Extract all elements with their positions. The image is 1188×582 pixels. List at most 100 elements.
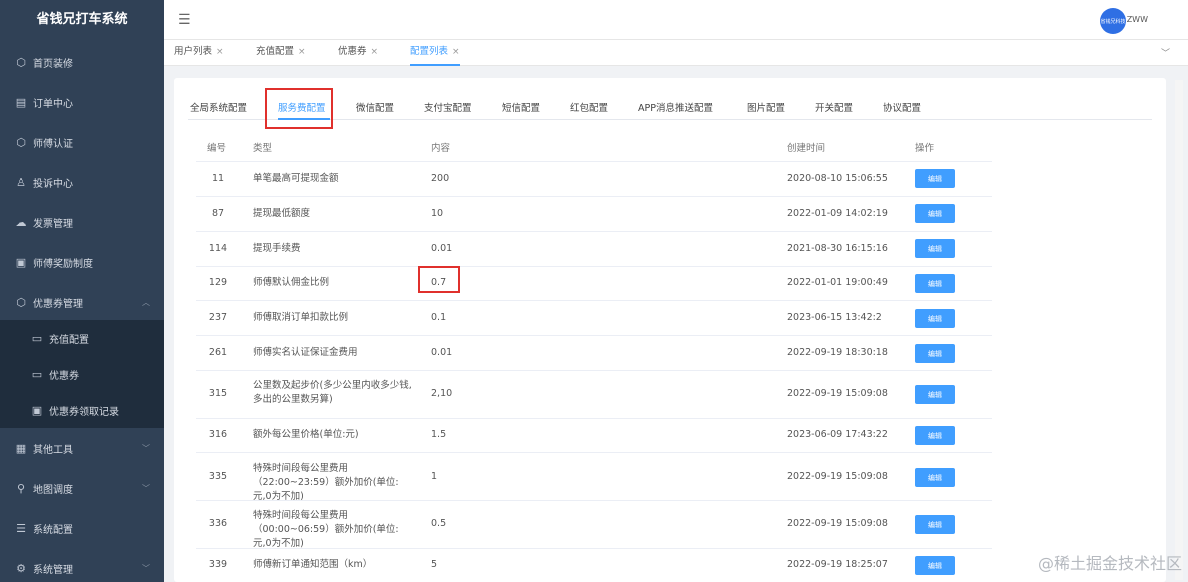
sidebar-item-recharge-config[interactable]: ▭ 充值配置	[0, 320, 164, 356]
row-divider	[196, 452, 992, 453]
row-divider	[196, 266, 992, 267]
chevron-down-icon: ﹀	[142, 563, 150, 573]
edit-button[interactable]: 编辑	[915, 468, 955, 487]
scrollbar[interactable]	[1175, 80, 1183, 580]
tab-user-list[interactable]: 用户列表 ×	[174, 40, 224, 66]
edit-button[interactable]: 编辑	[915, 556, 955, 575]
tab-coupons[interactable]: 优惠券 ×	[338, 40, 378, 66]
sidebar-item-label: 师傅奖励制度	[33, 258, 93, 270]
config-tab-alipay[interactable]: 支付宝配置	[424, 100, 472, 114]
cell-id: 87	[211, 208, 225, 219]
column-header-actions: 操作	[915, 143, 935, 154]
gear-icon: ⚙	[16, 561, 26, 575]
username[interactable]: ZWW	[1127, 15, 1148, 24]
avatar[interactable]: 省钱兄科技	[1100, 8, 1126, 34]
cell-type: 公里数及起步价(多少公里内收多少钱,多出的公里数另算)	[253, 380, 412, 405]
close-icon[interactable]: ×	[371, 47, 379, 57]
sidebar-item-complaints[interactable]: ♙ 投诉中心	[0, 162, 164, 202]
cell-type: 单笔最高可提现金额	[253, 173, 339, 184]
edit-button[interactable]: 编辑	[915, 239, 955, 258]
cell-type: 师傅实名认证保证金费用	[253, 347, 358, 358]
edit-button[interactable]: 编辑	[915, 274, 955, 293]
cell-value: 1.5	[431, 429, 447, 440]
column-header-id: 编号	[207, 143, 227, 154]
sidebar-item-label: 投诉中心	[33, 178, 73, 190]
close-icon[interactable]: ×	[298, 47, 306, 57]
sidebar-item-label: 首页装修	[33, 58, 73, 70]
sidebar-item-map-dispatch[interactable]: ⚲ 地图调度 ﹀	[0, 468, 164, 508]
close-icon[interactable]: ×	[452, 47, 460, 57]
sidebar-item-coupon[interactable]: ▭ 优惠券	[0, 356, 164, 392]
sidebar-item-label: 系统管理	[33, 564, 73, 576]
sidebar-item-other-tools[interactable]: ▦ 其他工具 ﹀	[0, 428, 164, 468]
row-divider	[196, 370, 992, 371]
sidebar-item-label: 系统配置	[33, 524, 73, 536]
config-tab-agreements[interactable]: 协议配置	[883, 100, 921, 114]
chevron-down-icon: ﹀	[142, 483, 150, 493]
tab-config-list[interactable]: 配置列表 ×	[410, 40, 460, 66]
cell-time: 2023-06-15 13:42:2	[787, 312, 882, 323]
column-header-created: 创建时间	[787, 143, 826, 154]
cell-time: 2023-06-09 17:43:22	[787, 429, 888, 440]
cell-type: 师傅新订单通知范围（km）	[253, 559, 373, 570]
chevron-down-icon: ﹀	[142, 443, 150, 453]
sidebar-item-label: 充值配置	[49, 334, 89, 346]
highlight-box-tab	[265, 88, 333, 129]
cell-id: 315	[208, 388, 228, 399]
watermark: @稀土掘金技术社区	[1037, 554, 1182, 573]
cell-id: 261	[208, 347, 228, 358]
cell-id: 237	[208, 312, 228, 323]
config-tab-images[interactable]: 图片配置	[747, 100, 785, 114]
config-tab-red-packet[interactable]: 红包配置	[570, 100, 608, 114]
config-tab-wechat[interactable]: 微信配置	[356, 100, 394, 114]
cell-time: 2022-09-19 15:09:08	[787, 388, 888, 399]
sidebar-item-system-management[interactable]: ⚙ 系统管理 ﹀	[0, 548, 164, 582]
sidebar-item-coupon-records[interactable]: ▣ 优惠券领取记录	[0, 392, 164, 428]
config-tab-app-push[interactable]: APP消息推送配置	[638, 100, 713, 114]
config-tab-sms[interactable]: 短信配置	[502, 100, 540, 114]
cell-id: 336	[208, 518, 228, 529]
row-divider	[196, 231, 992, 232]
config-tab-switches[interactable]: 开关配置	[815, 100, 853, 114]
row-divider	[196, 196, 992, 197]
cell-time: 2022-09-19 15:09:08	[787, 471, 888, 482]
sidebar-item-orders[interactable]: ▤ 订单中心	[0, 82, 164, 122]
sidebar-item-label: 地图调度	[33, 484, 73, 496]
row-divider	[196, 335, 992, 336]
cell-value: 0.01	[431, 243, 453, 254]
user-icon: ♙	[16, 175, 26, 189]
cell-time: 2022-09-19 15:09:08	[787, 518, 888, 529]
edit-button[interactable]: 编辑	[915, 515, 955, 534]
row-divider	[196, 548, 992, 549]
sidebar-item-coupons[interactable]: ⬡ 优惠券管理 ︿	[0, 282, 164, 322]
edit-button[interactable]: 编辑	[915, 344, 955, 363]
id-card-icon: ▣	[31, 403, 43, 417]
sidebar-item-driver-rewards[interactable]: ▣ 师傅奖励制度	[0, 242, 164, 282]
tab-recharge-config[interactable]: 充值配置 ×	[256, 40, 306, 66]
cell-value: 5	[431, 559, 438, 570]
close-icon[interactable]: ×	[216, 47, 224, 57]
sidebar-item-label: 优惠券管理	[33, 298, 83, 310]
id-card-icon: ▣	[15, 255, 27, 269]
edit-button[interactable]: 编辑	[915, 204, 955, 223]
hamburger-icon[interactable]: ☰	[178, 12, 191, 28]
cell-type: 额外每公里价格(单位:元)	[253, 429, 359, 440]
sidebar-item-system-config[interactable]: ☰ 系统配置	[0, 508, 164, 548]
chevron-down-icon[interactable]: ﹀	[1161, 46, 1170, 59]
card-icon: ▭	[31, 367, 43, 381]
cell-type: 师傅取消订单扣款比例	[253, 312, 349, 323]
cell-type: 特殊时间段每公里费用（00:00~06:59）额外加价(单位:元,0为不加)	[253, 510, 399, 549]
cell-type: 提现手续费	[253, 243, 301, 254]
edit-button[interactable]: 编辑	[915, 309, 955, 328]
cell-time: 2022-09-19 18:30:18	[787, 347, 888, 358]
tab-label: 优惠券	[338, 46, 367, 57]
row-divider	[196, 418, 992, 419]
edit-button[interactable]: 编辑	[915, 385, 955, 404]
config-tab-global[interactable]: 全局系统配置	[190, 100, 247, 114]
sidebar-item-home-decor[interactable]: ⬡ 首页装修	[0, 42, 164, 82]
edit-button[interactable]: 编辑	[915, 426, 955, 445]
sidebar-item-driver-auth[interactable]: ⬡ 师傅认证	[0, 122, 164, 162]
row-divider	[196, 161, 992, 162]
edit-button[interactable]: 编辑	[915, 169, 955, 188]
sidebar-item-invoices[interactable]: ☁ 发票管理	[0, 202, 164, 242]
